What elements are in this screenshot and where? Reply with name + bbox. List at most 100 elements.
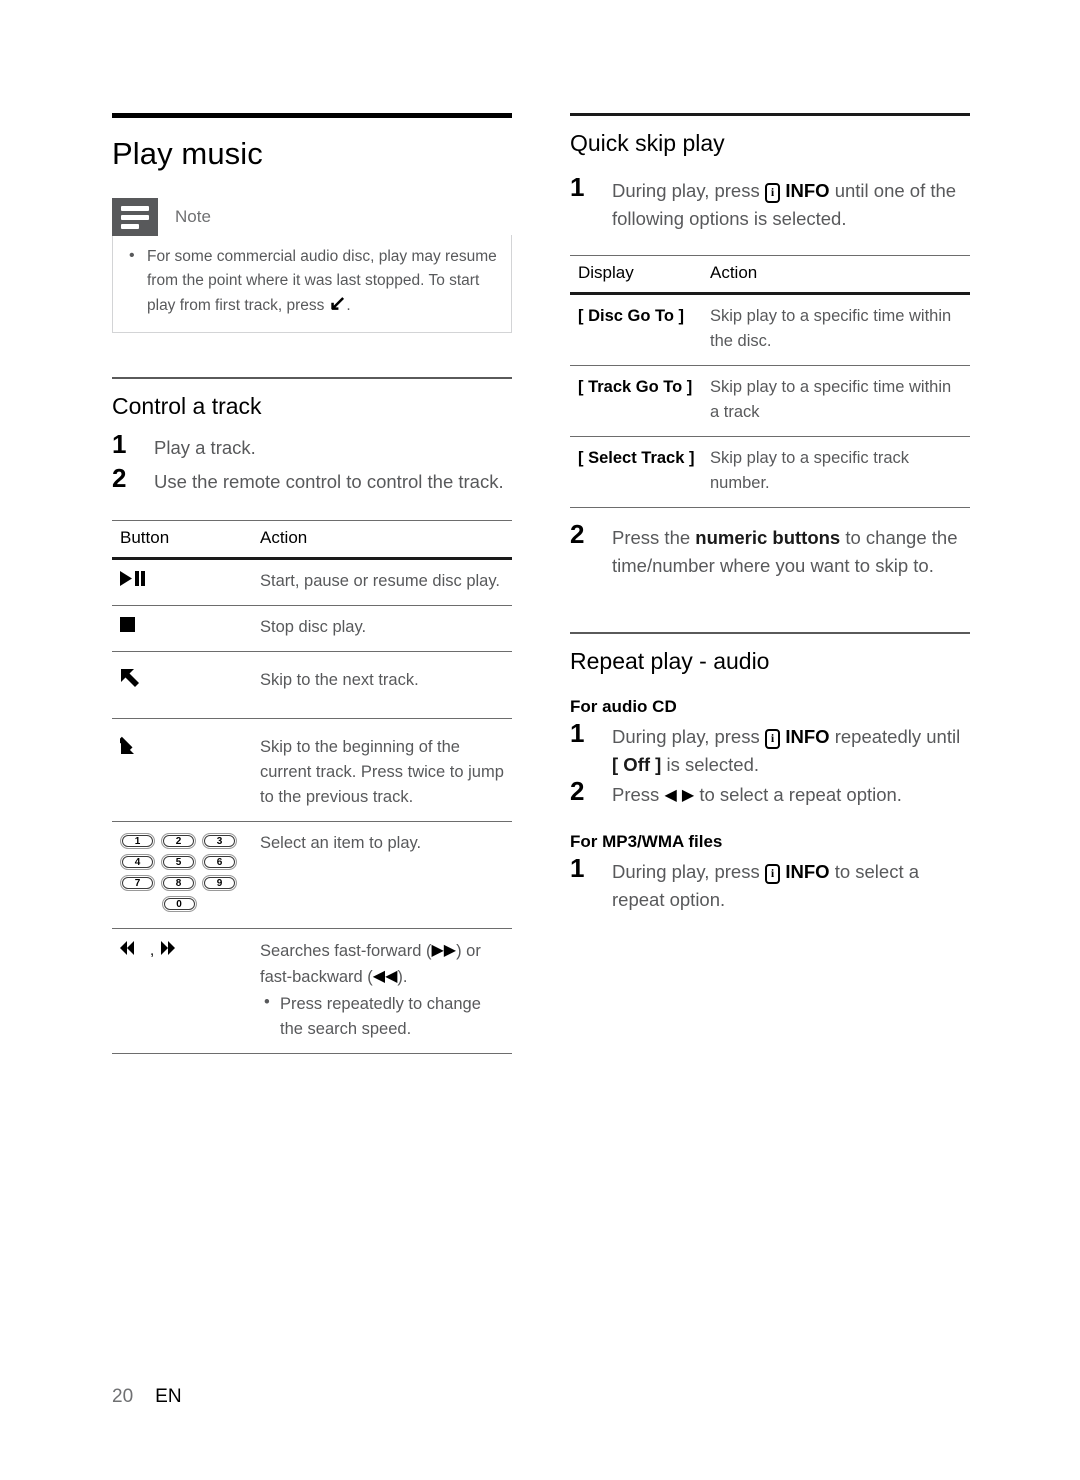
note-header: Note: [112, 198, 512, 236]
keypad-key: 3: [202, 833, 237, 849]
note-title: Note: [175, 207, 211, 226]
step-item: 1 During play, press i INFO until one of…: [570, 173, 970, 233]
action-bullet: • Press repeatedly to change the search …: [264, 993, 481, 1038]
step-text: Use the remote control to control the tr…: [154, 471, 504, 492]
table-row: [ Track Go To ] Skip play to a specific …: [570, 365, 970, 437]
table-row: , Searches fast-forward (▶▶) or fast-bac…: [112, 928, 512, 1054]
note-icon: [112, 198, 158, 236]
info-key-icon: i: [764, 729, 781, 749]
step-number: 2: [570, 519, 585, 549]
note-body: For some commercial audio disc, play may…: [112, 235, 512, 333]
table-row: 1 2 3 4 5 6 7 8 9 0 Select an item to pl…: [112, 821, 512, 929]
table-header-row: Button Action: [112, 520, 512, 560]
table-row: Start, pause or resume disc play.: [112, 558, 512, 606]
nav-left-icon: ◀: [664, 787, 677, 804]
section-rule-control-track: [112, 377, 512, 379]
action-cell: Skip play to a specific time within the …: [702, 293, 970, 366]
note-box: Note For some commercial audio disc, pla…: [112, 198, 512, 333]
step-text-mid: repeatedly until: [834, 726, 961, 747]
column-header-display: Display: [570, 255, 702, 295]
footer-language: EN: [155, 1386, 182, 1407]
note-item-period: .: [346, 297, 351, 314]
fast-forward-icon: ▶▶: [431, 942, 457, 959]
keypad-key: 8: [161, 875, 196, 891]
keypad-key: 9: [202, 875, 237, 891]
skip-previous-icon: [118, 735, 140, 758]
step-number: 2: [570, 776, 585, 806]
numeric-keypad-icon: 1 2 3 4 5 6 7 8 9 0: [120, 831, 238, 912]
step-text-bold: numeric buttons: [695, 527, 841, 548]
keypad-key: 1: [120, 833, 155, 849]
column-header-action: Action: [702, 255, 970, 295]
step-text-before: During play, press: [612, 726, 760, 747]
step-item: 2 Press the numeric buttons to change th…: [570, 520, 970, 580]
action-cell: Stop disc play.: [252, 605, 512, 652]
quick-skip-step2: 2 Press the numeric buttons to change th…: [570, 520, 970, 580]
display-cell: [ Track Go To ]: [570, 365, 702, 437]
section-rule-quick-skip: [570, 113, 970, 116]
right-column: Quick skip play 1 During play, press i I…: [570, 113, 970, 916]
page-title: Play music: [112, 136, 263, 171]
note-item: For some commercial audio disc, play may…: [125, 244, 497, 318]
table-row: Stop disc play.: [112, 605, 512, 652]
step-text-after: is selected.: [666, 754, 759, 775]
step-text-before: Press the: [612, 527, 691, 548]
table-row: Skip to the beginning of the current tra…: [112, 718, 512, 822]
footer-page-number: 20: [112, 1386, 134, 1407]
column-header-button: Button: [112, 520, 252, 560]
subheading-audio-cd: For audio CD: [570, 697, 677, 716]
manual-page: Play music Note For some commercial audi…: [0, 0, 1080, 1480]
keypad-key: 4: [120, 854, 155, 870]
button-cell: ,: [112, 928, 252, 1054]
keypad-key: 0: [161, 896, 197, 912]
button-cell: 1 2 3 4 5 6 7 8 9 0: [112, 821, 252, 929]
button-cell: [112, 605, 252, 652]
step-item: 1 During play, press i INFO to select a …: [570, 854, 970, 914]
info-key-icon: i: [764, 864, 781, 884]
action-cell: Skip to the next track.: [252, 651, 512, 719]
display-cell: [ Select Track ]: [570, 436, 702, 508]
step-text-after: to select a repeat option.: [699, 784, 902, 805]
action-cell: Skip to the beginning of the current tra…: [252, 718, 512, 822]
keypad-key: 2: [161, 833, 196, 849]
button-cell: [112, 558, 252, 606]
keypad-key: 5: [161, 854, 196, 870]
section-heading-control-track: Control a track: [112, 393, 262, 419]
display-cell: [ Disc Go To ]: [570, 293, 702, 366]
action-cell: Skip play to a specific time within a tr…: [702, 365, 970, 437]
button-cell: [112, 651, 252, 719]
subheading-mp3-wma: For MP3/WMA files: [570, 832, 723, 851]
table-header-row: Display Action: [570, 255, 970, 295]
table-row: Skip to the next track.: [112, 651, 512, 719]
fast-backward-icon: ◀◀: [372, 968, 398, 985]
stop-icon: [120, 617, 135, 635]
section-heading-quick-skip: Quick skip play: [570, 130, 725, 156]
left-column: Play music Note For some commercial audi…: [112, 113, 512, 1054]
info-key-icon: i: [764, 183, 781, 203]
info-label: INFO: [785, 726, 830, 747]
step-text-before: During play, press: [612, 180, 760, 201]
skip-next-icon: [120, 668, 140, 691]
keypad-key: 6: [202, 854, 237, 870]
button-action-table: Button Action Start, pause or resume dis…: [112, 520, 512, 1054]
info-label: INFO: [785, 861, 830, 882]
display-action-table: Display Action [ Disc Go To ] Skip play …: [570, 255, 970, 508]
chapter-rule: [112, 113, 512, 118]
step-item: 2 Use the remote control to control the …: [112, 464, 512, 496]
keypad-key: 7: [120, 875, 155, 891]
play-pause-icon: [120, 571, 146, 590]
table-row: [ Select Track ] Skip play to a specific…: [570, 436, 970, 508]
step-number: 1: [570, 172, 585, 202]
page-footer: 20 EN: [112, 1386, 182, 1408]
step-number: 1: [570, 718, 585, 748]
step-item: 2 Press ◀ ▶ to select a repeat option.: [570, 777, 970, 810]
step-item: 1 During play, press i INFO repeatedly u…: [570, 719, 970, 779]
nav-right-icon: ▶: [681, 787, 695, 804]
section-rule-repeat-play: [570, 632, 970, 634]
action-text-a: Searches fast-forward (: [260, 942, 432, 960]
audio-cd-steps: 1 During play, press i INFO repeatedly u…: [570, 719, 970, 810]
action-cell: Select an item to play.: [252, 821, 512, 929]
action-cell: Skip play to a specific track number.: [702, 436, 970, 508]
option-label: [ Off ]: [612, 754, 662, 775]
table-row: [ Disc Go To ] Skip play to a specific t…: [570, 293, 970, 366]
